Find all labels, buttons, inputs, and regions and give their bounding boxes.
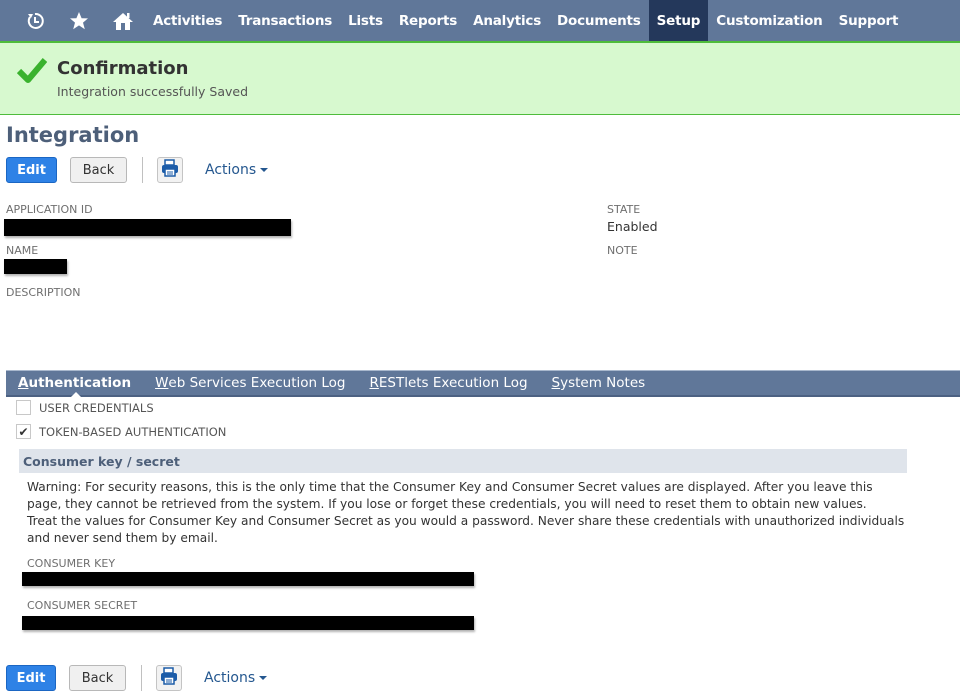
nav-documents[interactable]: Documents <box>549 0 649 41</box>
page-title: Integration <box>6 123 140 147</box>
toolbar-divider <box>141 665 142 691</box>
printer-icon <box>161 159 179 181</box>
back-button[interactable]: Back <box>70 157 127 183</box>
top-toolbar: Edit Back Actions <box>6 156 269 184</box>
actions-label: Actions <box>205 162 257 178</box>
print-button-bottom[interactable] <box>156 665 182 691</box>
bottom-toolbar: Edit Back Actions <box>6 664 268 692</box>
nav-activities[interactable]: Activities <box>145 0 230 41</box>
consumer-key-value-redacted <box>22 572 474 586</box>
tab-accesskey: A <box>18 375 29 391</box>
nav-reports[interactable]: Reports <box>391 0 465 41</box>
tab-accesskey: S <box>551 375 561 391</box>
nav-transactions[interactable]: Transactions <box>230 0 340 41</box>
tab-accesskey: W <box>155 375 169 391</box>
star-icon[interactable] <box>57 0 101 41</box>
checkmark-icon: ✔ <box>18 424 29 439</box>
security-warning: Warning: For security reasons, this is t… <box>27 479 907 547</box>
recent-records-icon[interactable] <box>13 0 57 41</box>
tab-authentication[interactable]: Authentication <box>6 371 143 397</box>
actions-menu[interactable]: Actions <box>205 162 269 178</box>
nav-customization[interactable]: Customization <box>708 0 830 41</box>
user-credentials-checkbox[interactable] <box>16 400 31 415</box>
warning-line-2: Treat the values for Consumer Key and Co… <box>27 514 905 545</box>
tab-label: ESTlets Execution Log <box>378 375 528 391</box>
consumer-key-section-header: Consumer key / secret <box>19 449 907 473</box>
confirmation-banner: Confirmation Integration successfully Sa… <box>0 41 960 115</box>
tab-web-services-execution-log[interactable]: Web Services Execution Log <box>143 371 357 395</box>
token-based-auth-label: TOKEN-BASED AUTHENTICATION <box>39 424 227 439</box>
token-based-auth-checkbox[interactable]: ✔ <box>16 424 31 439</box>
tab-label: uthentication <box>28 375 132 391</box>
user-credentials-label: USER CREDENTIALS <box>39 400 154 415</box>
nav-analytics[interactable]: Analytics <box>465 0 549 41</box>
tab-label: ystem Notes <box>560 375 646 391</box>
actions-menu-bottom[interactable]: Actions <box>204 670 268 686</box>
tab-system-notes[interactable]: System Notes <box>540 371 658 395</box>
application-id-label: APPLICATION ID <box>6 203 93 216</box>
tab-restlets-execution-log[interactable]: R ESTlets Execution Log <box>357 371 539 395</box>
user-credentials-row: USER CREDENTIALS <box>16 400 154 415</box>
application-id-value-redacted <box>4 219 291 236</box>
consumer-secret-value-redacted <box>22 616 474 630</box>
tab-accesskey: R <box>369 375 379 391</box>
note-label: NOTE <box>607 244 638 257</box>
warning-line-1: Warning: For security reasons, this is t… <box>27 480 873 511</box>
subtab-bar: Authentication Web Services Execution Lo… <box>6 370 960 397</box>
caret-down-icon <box>259 676 268 680</box>
state-label: STATE <box>607 203 641 216</box>
actions-label: Actions <box>204 670 256 686</box>
state-value: Enabled <box>607 219 658 234</box>
nav-lists[interactable]: Lists <box>340 0 391 41</box>
printer-icon <box>160 667 178 689</box>
name-label: NAME <box>6 244 39 257</box>
description-label: DESCRIPTION <box>6 286 81 299</box>
name-value-redacted <box>4 259 67 274</box>
nav-setup[interactable]: Setup <box>648 0 709 41</box>
checkmark-icon <box>16 57 48 87</box>
edit-button[interactable]: Edit <box>6 157 57 183</box>
toolbar-divider <box>142 157 143 183</box>
consumer-key-label: CONSUMER KEY <box>27 557 116 570</box>
top-navigation: Activities Transactions Lists Reports An… <box>0 0 960 41</box>
back-button-bottom[interactable]: Back <box>69 665 126 691</box>
confirmation-title: Confirmation <box>57 58 189 79</box>
print-button[interactable] <box>157 157 183 183</box>
nav-support[interactable]: Support <box>831 0 907 41</box>
confirmation-message: Integration successfully Saved <box>57 84 249 99</box>
consumer-secret-label: CONSUMER SECRET <box>27 599 138 612</box>
tab-label: eb Services Execution Log <box>168 375 346 391</box>
caret-down-icon <box>260 168 269 172</box>
token-based-auth-row: ✔ TOKEN-BASED AUTHENTICATION <box>16 424 226 439</box>
home-icon[interactable] <box>101 0 145 41</box>
edit-button-bottom[interactable]: Edit <box>6 665 56 691</box>
